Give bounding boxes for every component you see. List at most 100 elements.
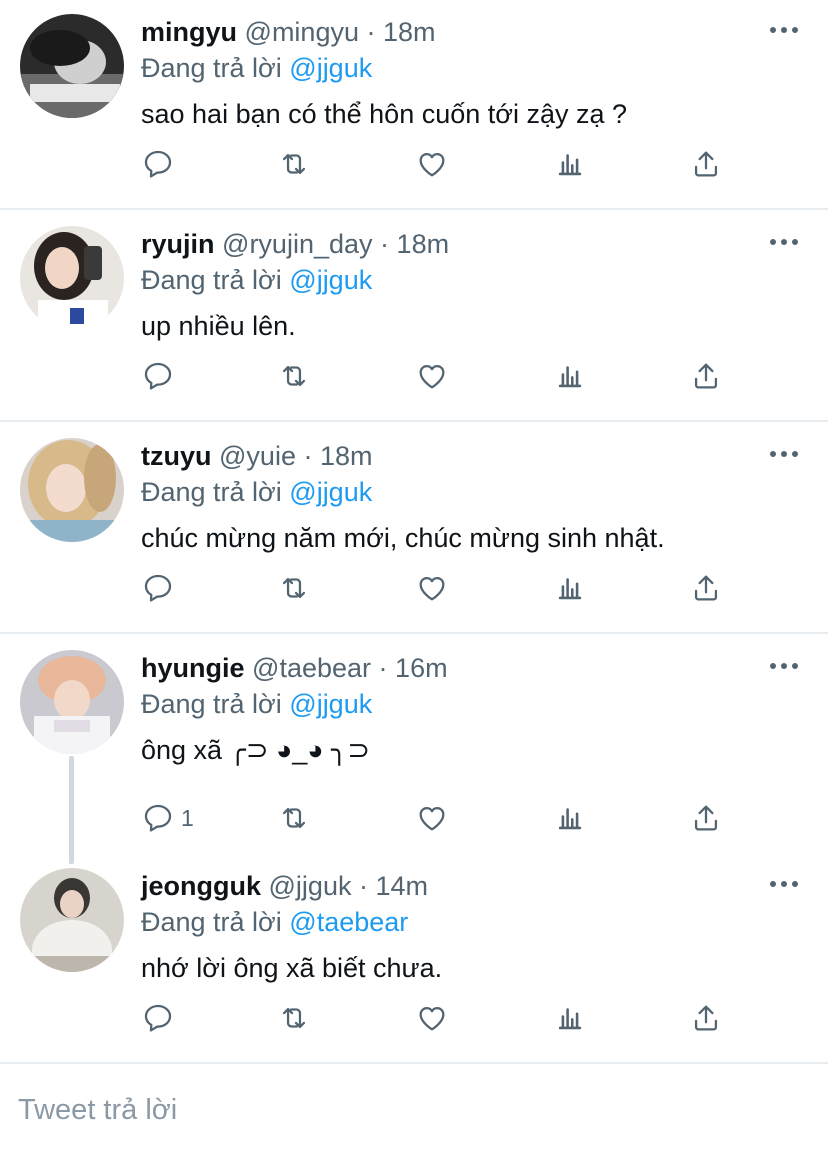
avatar[interactable]: [20, 868, 124, 972]
replying-to-label: Đang trả lời: [141, 689, 282, 719]
user-handle[interactable]: @mingyu: [245, 17, 359, 47]
replying-to: Đang trả lời @jjguk: [141, 686, 768, 722]
like-button[interactable]: [415, 356, 449, 396]
tweet-text: up nhiều lên.: [141, 311, 296, 341]
share-button[interactable]: [689, 998, 723, 1038]
timestamp[interactable]: 18m: [320, 441, 373, 471]
more-icon[interactable]: [770, 874, 798, 894]
display-name[interactable]: ryujin: [141, 229, 215, 259]
replying-to-label: Đang trả lời: [141, 265, 282, 295]
reply-button[interactable]: [141, 998, 181, 1038]
replying-to: Đang trả lời @taebear: [141, 904, 768, 940]
reply-icon: [144, 362, 172, 390]
mention-link[interactable]: @jjguk: [289, 477, 372, 507]
reply-composer[interactable]: Tweet trả lời: [0, 1064, 828, 1157]
reply-icon: [144, 1004, 172, 1032]
retweet-button[interactable]: [277, 144, 311, 184]
separator-dot: ·: [303, 441, 313, 471]
like-button[interactable]: [415, 144, 449, 184]
retweet-button[interactable]: [277, 356, 311, 396]
share-button[interactable]: [689, 144, 723, 184]
like-icon: [419, 576, 445, 601]
replying-to: Đang trả lời @jjguk: [141, 50, 768, 86]
display-name[interactable]: tzuyu: [141, 441, 212, 471]
mention-link[interactable]: @jjguk: [289, 265, 372, 295]
replying-to: Đang trả lời @jjguk: [141, 262, 768, 298]
display-name[interactable]: mingyu: [141, 17, 237, 47]
reply-button[interactable]: [141, 568, 181, 608]
retweet-icon: [282, 807, 306, 829]
separator-dot: ·: [358, 871, 368, 901]
share-button[interactable]: [689, 568, 723, 608]
like-icon: [419, 364, 445, 389]
avatar-image: [20, 14, 124, 118]
tweet[interactable]: tzuyu @yuie · 18m Đang trả lời @jjguk ch…: [0, 424, 828, 634]
timestamp[interactable]: 18m: [383, 17, 436, 47]
user-handle[interactable]: @jjguk: [269, 871, 352, 901]
tweet[interactable]: mingyu @mingyu · 18m Đang trả lời @jjguk…: [0, 0, 828, 210]
separator-dot: ·: [366, 17, 376, 47]
like-icon: [419, 1006, 445, 1031]
reply-count: 1: [181, 804, 194, 831]
replying-to-label: Đang trả lời: [141, 53, 282, 83]
mention-link[interactable]: @jjguk: [289, 689, 372, 719]
share-button[interactable]: [689, 798, 723, 838]
more-icon[interactable]: [770, 444, 798, 464]
user-handle[interactable]: @ryujin_day: [222, 229, 372, 259]
separator-dot: ·: [378, 653, 388, 683]
reply-button[interactable]: 1: [141, 798, 194, 838]
display-name[interactable]: hyungie: [141, 653, 245, 683]
mention-link[interactable]: @jjguk: [289, 53, 372, 83]
stats-icon: [558, 1008, 582, 1030]
share-icon: [694, 575, 718, 601]
share-icon: [694, 805, 718, 831]
like-button[interactable]: [415, 998, 449, 1038]
timestamp[interactable]: 18m: [397, 229, 450, 259]
tweet-text: sao hai bạn có thể hôn cuốn tới zậy zạ ?: [141, 99, 628, 129]
more-icon[interactable]: [770, 656, 798, 676]
stats-button[interactable]: [553, 998, 587, 1038]
tweet[interactable]: jeongguk @jjguk · 14m Đang trả lời @taeb…: [0, 854, 828, 1064]
reply-icon: [144, 804, 172, 832]
retweet-button[interactable]: [277, 568, 311, 608]
like-button[interactable]: [415, 798, 449, 838]
reply-icon: [144, 150, 172, 178]
share-button[interactable]: [689, 356, 723, 396]
retweet-button[interactable]: [277, 998, 311, 1038]
tweet-actions: [141, 998, 741, 1038]
tweet[interactable]: hyungie @taebear · 16m Đang trả lời @jjg…: [0, 636, 828, 854]
user-handle[interactable]: @taebear: [252, 653, 371, 683]
like-icon: [419, 806, 445, 831]
mention-link[interactable]: @taebear: [289, 907, 408, 937]
avatar[interactable]: [20, 438, 124, 542]
share-icon: [694, 363, 718, 389]
reply-input-placeholder[interactable]: Tweet trả lời: [18, 1094, 177, 1127]
more-icon[interactable]: [770, 20, 798, 40]
reply-button[interactable]: [141, 144, 181, 184]
stats-button[interactable]: [553, 568, 587, 608]
retweet-icon: [282, 577, 306, 599]
display-name[interactable]: jeongguk: [141, 871, 261, 901]
stats-button[interactable]: [553, 798, 587, 838]
avatar-image: [20, 868, 124, 972]
tweet-actions: [141, 568, 741, 608]
retweet-icon: [282, 1007, 306, 1029]
share-icon: [694, 1005, 718, 1031]
user-handle[interactable]: @yuie: [219, 441, 296, 471]
avatar[interactable]: [20, 14, 124, 118]
stats-button[interactable]: [553, 356, 587, 396]
retweet-button[interactable]: [277, 798, 311, 838]
replying-to-label: Đang trả lời: [141, 907, 282, 937]
tweet-actions: [141, 356, 741, 396]
reply-icon: [144, 574, 172, 602]
avatar[interactable]: [20, 650, 124, 754]
avatar[interactable]: [20, 226, 124, 330]
timestamp[interactable]: 14m: [376, 871, 429, 901]
tweet[interactable]: ryujin @ryujin_day · 18m Đang trả lời @j…: [0, 212, 828, 422]
reply-button[interactable]: [141, 356, 181, 396]
stats-button[interactable]: [553, 144, 587, 184]
like-button[interactable]: [415, 568, 449, 608]
retweet-icon: [282, 365, 306, 387]
timestamp[interactable]: 16m: [395, 653, 448, 683]
more-icon[interactable]: [770, 232, 798, 252]
